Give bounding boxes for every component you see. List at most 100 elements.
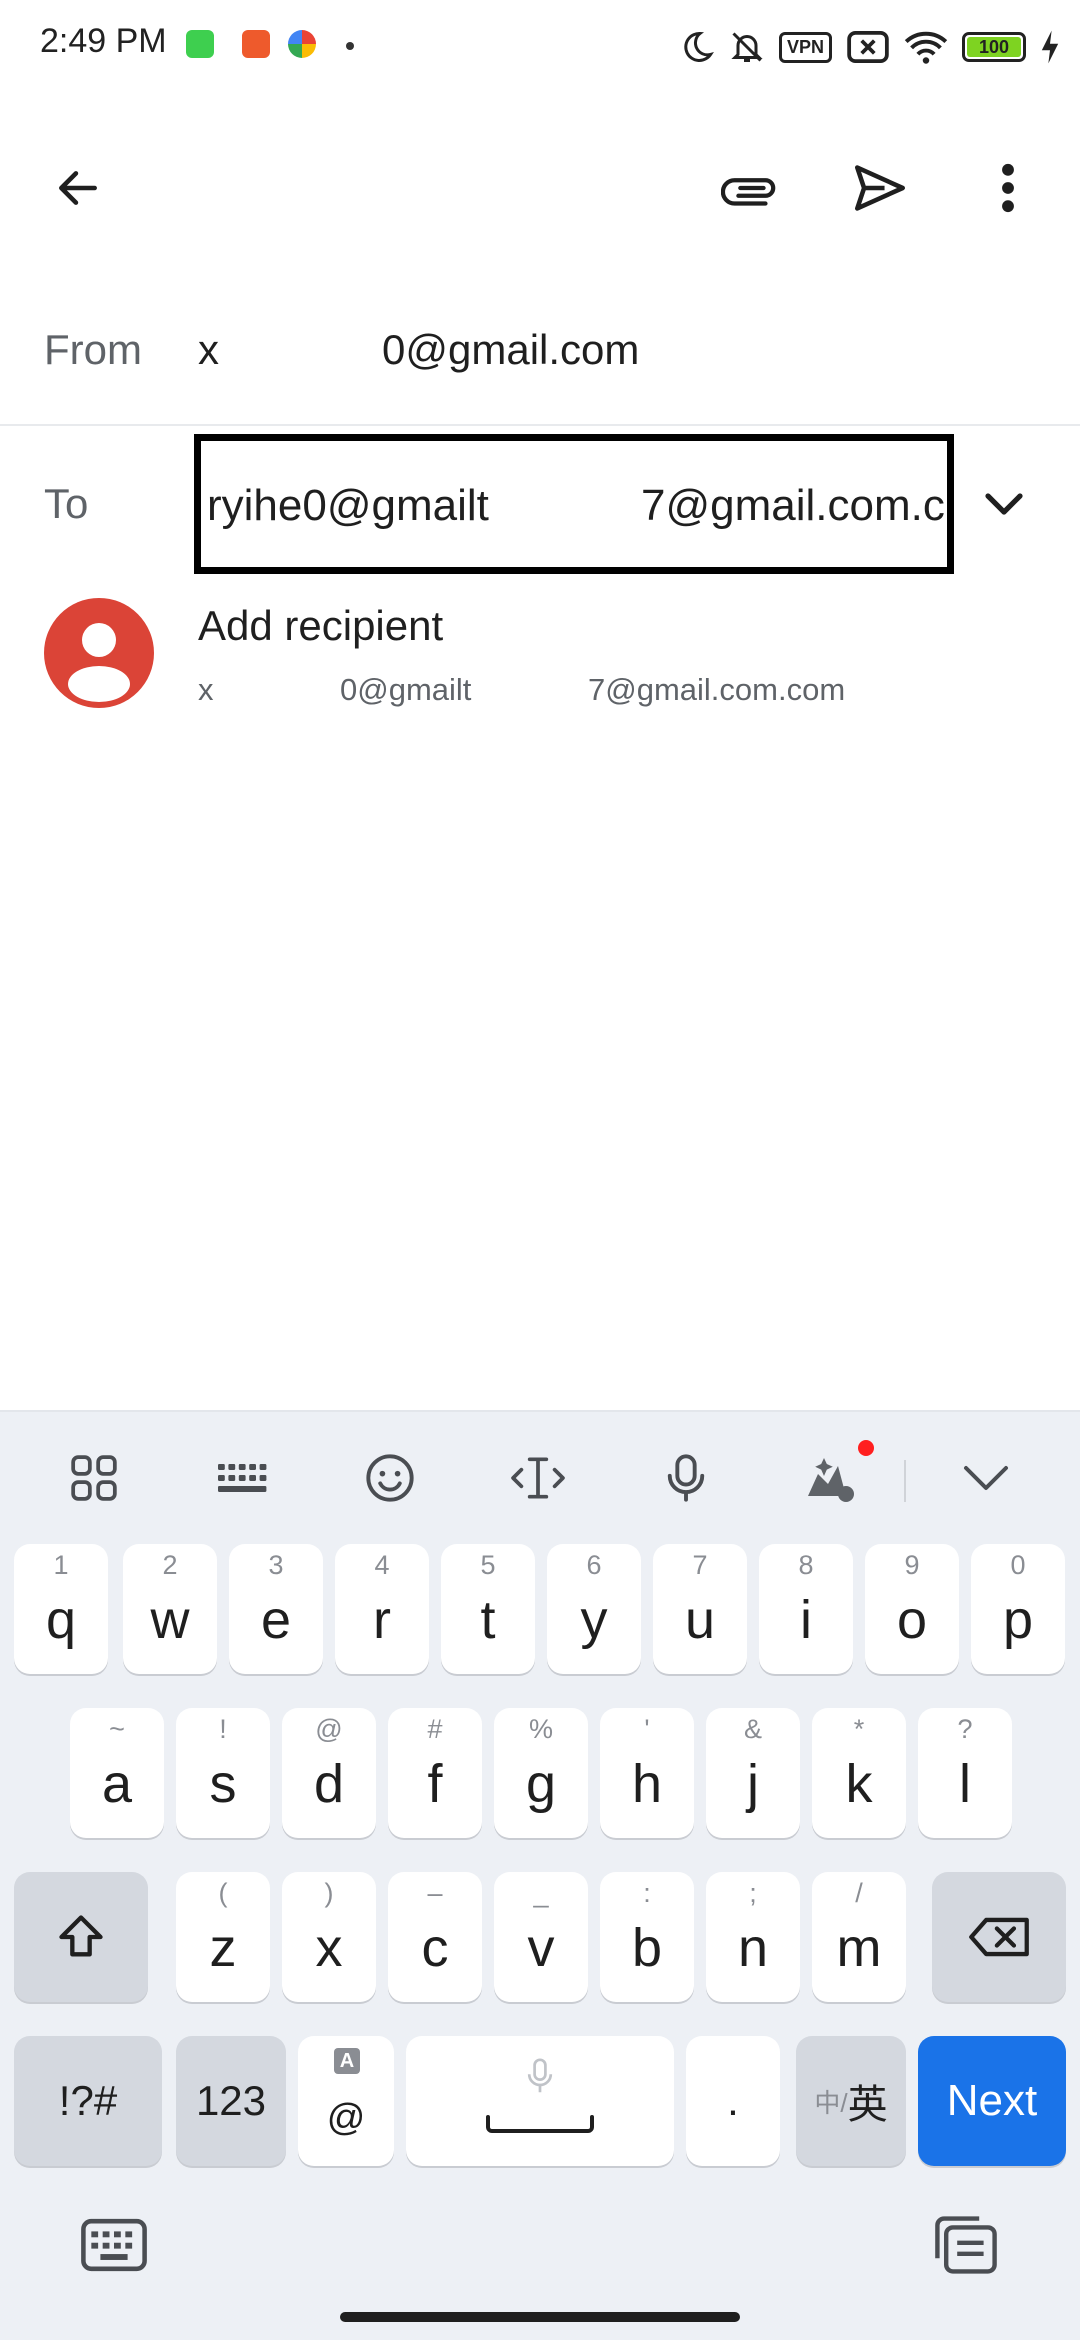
key-k[interactable]: * k (812, 1708, 906, 1838)
key-label: m (836, 1918, 882, 1978)
key-b[interactable]: :b (600, 1872, 694, 2002)
key-z[interactable]: (z (176, 1872, 270, 2002)
key-c[interactable]: – c (388, 1872, 482, 2002)
key-hint: ' (644, 1714, 650, 1744)
battery-level: 100 (967, 37, 1021, 57)
key-d[interactable]: @ d (282, 1708, 376, 1838)
key-v[interactable]: _ v (494, 1872, 588, 2002)
apps-grid-button[interactable] (64, 1448, 124, 1508)
key-y[interactable]: 6y (547, 1544, 641, 1674)
key-label: p (1002, 1590, 1034, 1650)
key-label: y (580, 1590, 608, 1650)
chevron-down-icon (985, 493, 1023, 515)
key-label: b (631, 1918, 663, 1978)
cursor-control-button[interactable] (508, 1448, 568, 1508)
space-key[interactable] (406, 2036, 674, 2166)
key-a[interactable]: ~ a (70, 1708, 164, 1838)
key-hint: 1 (53, 1550, 69, 1580)
microphone-icon (667, 1454, 705, 1502)
more-vert-icon (1002, 163, 1014, 213)
symbols-key[interactable]: !?# (14, 2036, 162, 2166)
lang-english-label: 英 (847, 2083, 888, 2127)
at-key[interactable]: A @ (298, 2036, 394, 2166)
key-hint: & (743, 1714, 762, 1744)
key-label: g (525, 1754, 557, 1814)
key-u[interactable]: 7u (653, 1544, 747, 1674)
keyboard-icon (81, 2218, 147, 2272)
expand-recipients-button[interactable] (966, 472, 1042, 536)
from-name[interactable]: x (198, 326, 219, 374)
paperclip-icon (721, 178, 776, 206)
voice-input-button[interactable] (656, 1448, 716, 1508)
key-q[interactable]: 1q (14, 1544, 108, 1674)
key-x[interactable]: ) x (282, 1872, 376, 2002)
soft-keyboard: 1q 2w 3e 4r 5t 6y 7u 8i 9o 0p ~ a ! s @ d #… (0, 1410, 1080, 2340)
more-options-button[interactable] (970, 150, 1046, 226)
key-h[interactable]: ' h (600, 1708, 694, 1838)
bell-off-icon (731, 32, 763, 62)
space-bar-icon (486, 2115, 594, 2133)
send-button[interactable] (842, 150, 918, 226)
key-f[interactable]: # f (388, 1708, 482, 1838)
to-label: To (44, 480, 89, 527)
language-switch-key[interactable]: 中/英 (796, 2036, 906, 2166)
attach-button[interactable] (712, 150, 788, 226)
key-l[interactable]: ? l (918, 1708, 1012, 1838)
home-indicator[interactable] (340, 2312, 740, 2322)
smiley-icon (366, 1454, 414, 1502)
key-hint: 3 (268, 1550, 284, 1580)
send-icon (855, 165, 905, 211)
shift-key[interactable] (14, 1872, 148, 2002)
key-r[interactable]: 4r (335, 1544, 429, 1674)
numbers-key[interactable]: 123 (176, 2036, 286, 2166)
ai-assistant-button[interactable] (800, 1440, 874, 1508)
key-label: v (527, 1918, 555, 1978)
charging-icon (1041, 30, 1059, 64)
key-hint: : (643, 1878, 651, 1908)
taobao-notification-icon (242, 30, 270, 58)
microphone-icon (527, 2058, 553, 2093)
backspace-icon (969, 1917, 1029, 1957)
person-icon (68, 623, 130, 702)
key-s[interactable]: ! s (176, 1708, 270, 1838)
back-button[interactable] (40, 150, 116, 226)
key-w[interactable]: 2w (123, 1544, 217, 1674)
switch-keyboard-button[interactable] (74, 2212, 154, 2278)
key-i[interactable]: 8i (759, 1544, 853, 1674)
key-label: d (313, 1754, 345, 1814)
key-n[interactable]: ; n (706, 1872, 800, 2002)
key-g[interactable]: % g (494, 1708, 588, 1838)
key-o[interactable]: 9o (865, 1544, 959, 1674)
from-email[interactable]: 0@gmail.com (382, 326, 639, 374)
key-hint: ) (324, 1878, 334, 1908)
recipient-suggestion[interactable]: Add recipient x 0@gmailt 7@gmail.com.com (0, 590, 1080, 720)
key-hint: ! (219, 1714, 227, 1744)
clipboard-button[interactable] (926, 2208, 1006, 2282)
backspace-key[interactable] (932, 1872, 1066, 2002)
key-label: n (737, 1918, 769, 1978)
key-hint: 8 (798, 1550, 814, 1580)
status-bar: 2:49 PM VPN 100 (0, 0, 1080, 92)
key-m[interactable]: / m (812, 1872, 906, 2002)
key-e[interactable]: 3e (229, 1544, 323, 1674)
suggestion-name: x (198, 672, 214, 707)
emoji-button[interactable] (360, 1448, 420, 1508)
notification-dot (858, 1440, 874, 1456)
key-label: f (427, 1754, 443, 1814)
key-p[interactable]: 0p (971, 1544, 1065, 1674)
next-key[interactable]: Next (918, 2036, 1066, 2166)
to-input[interactable]: ryihe0@gmailt 7@gmail.com.c (194, 434, 954, 574)
key-t[interactable]: 5t (441, 1544, 535, 1674)
clipboard-icon (935, 2216, 997, 2274)
key-hint: # (427, 1714, 443, 1744)
field-divider (0, 424, 1080, 426)
keyboard-layout-button[interactable] (212, 1448, 272, 1508)
key-hint: ( (218, 1878, 228, 1908)
key-hint: @ (315, 1714, 343, 1744)
key-j[interactable]: & j (706, 1708, 800, 1838)
status-time: 2:49 PM (40, 22, 167, 60)
hide-keyboard-button[interactable] (956, 1448, 1016, 1508)
moon-icon (684, 31, 714, 62)
period-key[interactable]: . (686, 2036, 780, 2166)
avatar (44, 598, 154, 708)
